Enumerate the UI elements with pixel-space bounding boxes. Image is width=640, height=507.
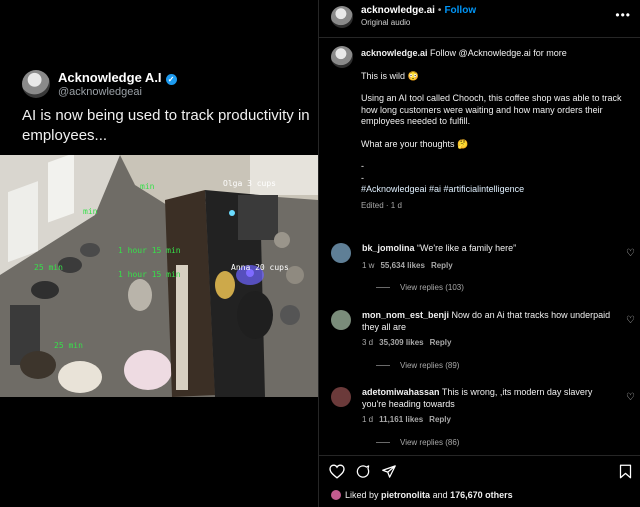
header-separator: •	[437, 5, 442, 16]
reply-button[interactable]: Reply	[431, 261, 453, 270]
commenter-username[interactable]: adetomiwahassan	[362, 387, 440, 397]
tweet-text: AI is now being used to track productivi…	[22, 107, 310, 144]
more-options-icon[interactable]: •••	[615, 8, 631, 22]
caption-dash: -	[361, 172, 364, 183]
reply-button[interactable]: Reply	[429, 415, 451, 424]
tweet-handle: @acknowledgeai	[58, 86, 142, 98]
comment-text: bk_jomolina “We're like a family here”	[362, 243, 612, 255]
cam-label-olga: Olga 3 cups	[223, 179, 276, 188]
liked-prefix: Liked by	[345, 490, 379, 500]
comment-meta: 1 w 55,634 likes Reply	[362, 261, 459, 270]
cam-label-wait: min	[140, 182, 155, 191]
caption-body: acknowledge.ai Follow @Acknowledge.ai fo…	[361, 48, 631, 211]
comment-meta: 1 d 11,161 likes Reply	[362, 415, 457, 424]
video-media[interactable]: Acknowledge A.I ✓ @acknowledgeai AI is no…	[0, 0, 318, 507]
caption-avatar[interactable]	[331, 46, 353, 68]
post-panel: acknowledge.ai • Follow Original audio •••…	[318, 0, 640, 507]
commenter-avatar[interactable]	[331, 310, 351, 330]
comment-age: 3 d	[362, 338, 374, 347]
heart-icon[interactable]: ♡	[626, 248, 635, 259]
liker-avatar[interactable]	[331, 490, 341, 500]
bookmark-icon[interactable]	[619, 464, 632, 479]
header-username[interactable]: acknowledge.ai	[361, 5, 435, 16]
comment-age: 1 d	[362, 415, 374, 424]
comment-likes[interactable]: 11,161 likes	[379, 415, 423, 424]
post-header: acknowledge.ai • Follow Original audio •••	[319, 0, 640, 38]
cam-label-wait: min	[83, 207, 98, 216]
liked-by: Liked by pietronolita and 176,670 others	[331, 490, 513, 500]
header-username-row: acknowledge.ai • Follow	[361, 5, 476, 16]
cam-label-wait: 1 hour 15 min	[118, 246, 181, 255]
tweet-avatar	[22, 70, 50, 98]
comment-body: “We're like a family here”	[417, 243, 517, 253]
likes-count[interactable]: 176,670 others	[450, 490, 513, 500]
tweet-display-name: Acknowledge A.I ✓	[58, 70, 177, 85]
caption-line-1: acknowledge.ai Follow @Acknowledge.ai fo…	[361, 48, 631, 60]
cam-label-wait: 1 hour 15 min	[118, 270, 181, 279]
view-replies-button[interactable]: View replies (86)	[376, 438, 459, 447]
cctv-frame: Olga 3 cups Anna 20 cups 1 hour 15 min 1…	[0, 155, 318, 397]
caption-edited-time: Edited · 1 d	[361, 200, 402, 210]
comment-text: adetomiwahassan This is wrong, ,its mode…	[362, 387, 612, 410]
original-audio-link[interactable]: Original audio	[361, 18, 410, 27]
heart-icon[interactable]	[329, 464, 345, 479]
comment-likes[interactable]: 55,634 likes	[380, 261, 424, 270]
comment-meta: 3 d 35,309 likes Reply	[362, 338, 457, 347]
heart-icon[interactable]: ♡	[626, 392, 635, 403]
caption-follow-text: Follow @Acknowledge.ai for more	[430, 48, 567, 58]
commenter-username[interactable]: bk_jomolina	[362, 243, 415, 253]
caption-username[interactable]: acknowledge.ai	[361, 48, 428, 58]
action-bar	[319, 455, 640, 485]
caption-dash: -	[361, 161, 364, 171]
caption-paragraph: What are your thoughts 🤔	[361, 138, 469, 149]
commenter-username[interactable]: mon_nom_est_benji	[362, 310, 449, 320]
caption-paragraph: This is wild 😳	[361, 70, 419, 81]
tweet-name-text: Acknowledge A.I	[58, 70, 162, 85]
heart-icon[interactable]: ♡	[626, 315, 635, 326]
cam-label-wait: 25 min	[34, 263, 63, 272]
commenter-avatar[interactable]	[331, 243, 351, 263]
cam-label-anna: Anna 20 cups	[231, 263, 289, 272]
comment-icon[interactable]	[355, 464, 371, 479]
reply-button[interactable]: Reply	[430, 338, 452, 347]
follow-button[interactable]: Follow	[444, 5, 476, 16]
author-avatar[interactable]	[331, 6, 353, 28]
view-replies-button[interactable]: View replies (103)	[376, 283, 464, 292]
liker-username[interactable]: pietronolita	[381, 490, 430, 500]
commenter-avatar[interactable]	[331, 387, 351, 407]
caption-paragraph: Using an AI tool called Chooch, this cof…	[361, 93, 622, 126]
caption-hashtags[interactable]: #Acknowledgeai #ai #artificialintelligen…	[361, 184, 631, 196]
verified-badge-icon: ✓	[165, 74, 177, 85]
comment-likes[interactable]: 35,309 likes	[379, 338, 423, 347]
share-icon[interactable]	[381, 464, 397, 479]
cam-label-wait: 25 min	[54, 341, 83, 350]
liked-middle: and	[432, 490, 448, 500]
comment-age: 1 w	[362, 261, 375, 270]
view-replies-button[interactable]: View replies (89)	[376, 361, 459, 370]
comment-text: mon_nom_est_benji Now do an Ai that trac…	[362, 310, 612, 333]
